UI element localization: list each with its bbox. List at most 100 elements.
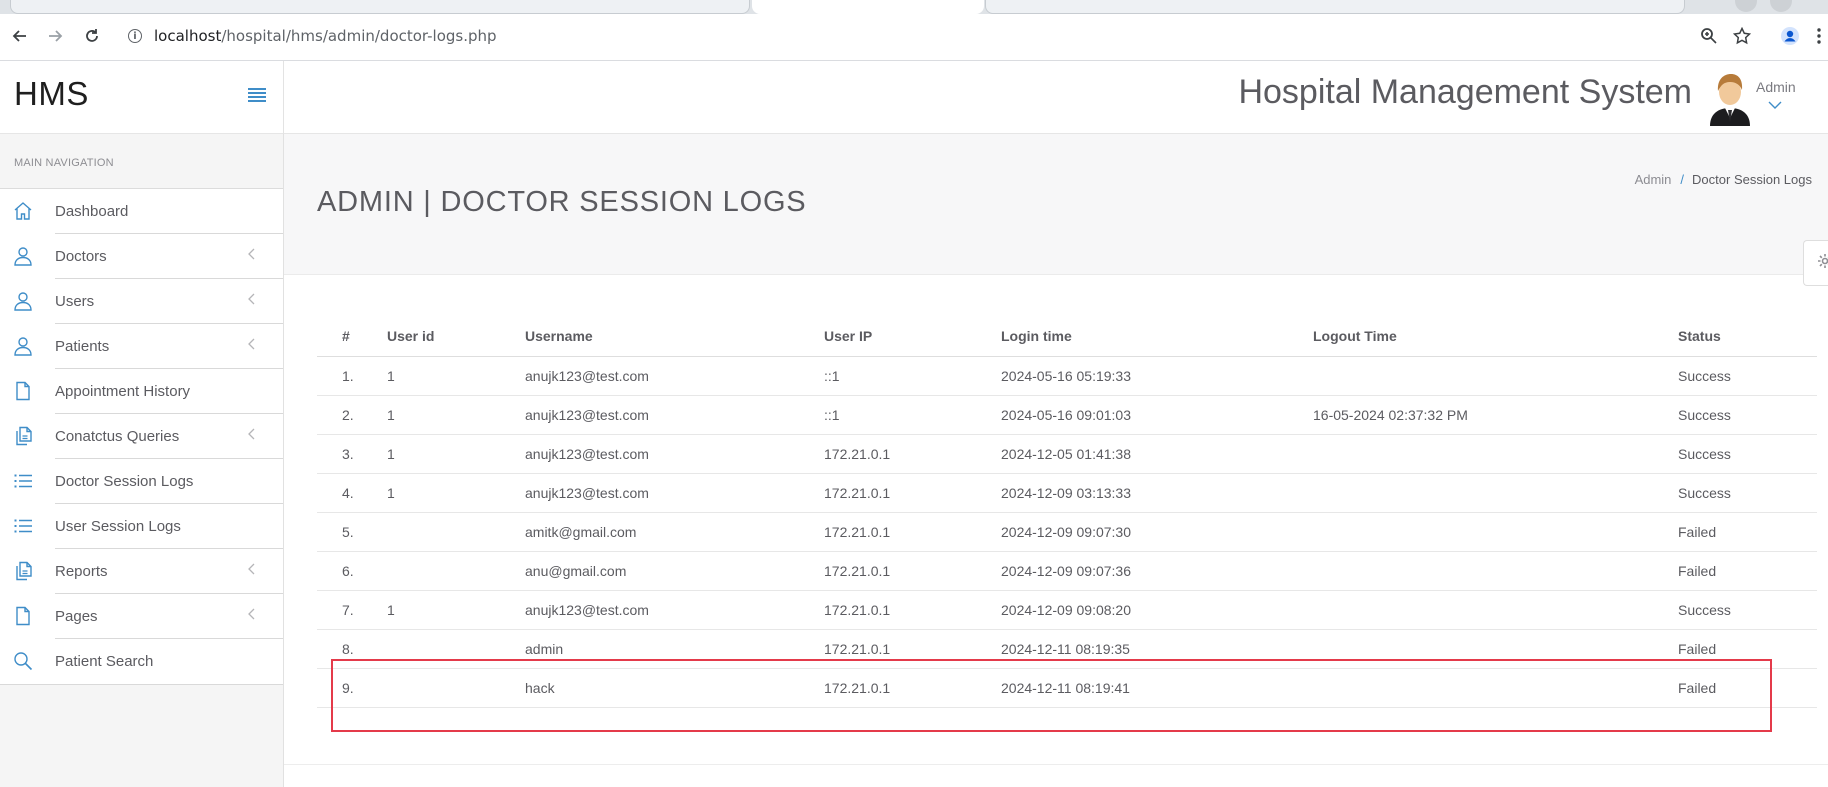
- table-row: 5. amitk@gmail.com 172.21.0.1 2024-12-09…: [317, 512, 1817, 552]
- profile-icon: [1781, 27, 1799, 45]
- files-icon: [16, 426, 32, 446]
- cell-login-time: 2024-12-09 09:08:20: [1001, 590, 1313, 630]
- cell-logout-time: 16-05-2024 02:37:32 PM: [1313, 395, 1678, 435]
- column-header: Status: [1678, 316, 1817, 357]
- table-row: 2. 1 anujk123@test.com ::1 2024-05-16 09…: [317, 395, 1817, 435]
- cell-number: 4.: [317, 473, 387, 513]
- cell-status: Success: [1678, 434, 1817, 474]
- sidebar-item-pages[interactable]: Pages: [0, 594, 283, 639]
- chevron-left-icon: [248, 248, 255, 260]
- sidebar-item-dashboard[interactable]: Dashboard: [0, 189, 283, 234]
- window-maximize-button[interactable]: [1770, 0, 1792, 12]
- user-icon: [14, 247, 32, 266]
- table-row: 7. 1 anujk123@test.com 172.21.0.1 2024-1…: [317, 590, 1817, 630]
- cell-logout-time: [1313, 473, 1678, 513]
- breadcrumb-link-admin[interactable]: Admin: [1635, 172, 1672, 187]
- cell-user-id: [387, 668, 525, 708]
- forward-button[interactable]: [43, 24, 67, 48]
- cell-username: anujk123@test.com: [525, 356, 824, 396]
- cell-status: Success: [1678, 356, 1817, 396]
- sidebar-item-patients[interactable]: Patients: [0, 324, 283, 369]
- address-bar[interactable]: i localhost/hospital/hms/admin/doctor-lo…: [124, 22, 1424, 50]
- site-info-icon[interactable]: i: [128, 29, 142, 43]
- table-row: 3. 1 anujk123@test.com 172.21.0.1 2024-1…: [317, 434, 1817, 474]
- url-host: localhost: [154, 27, 222, 45]
- cell-username: anujk123@test.com: [525, 473, 824, 513]
- sidebar-item-doctors[interactable]: Doctors: [0, 234, 283, 279]
- sidebar-item-user-session-logs[interactable]: User Session Logs: [0, 504, 283, 549]
- cell-user-ip: ::1: [824, 356, 1001, 396]
- kebab-icon: [1817, 28, 1821, 44]
- window-minimize-button[interactable]: [1735, 0, 1757, 12]
- cell-user-id: [387, 551, 525, 591]
- cell-user-id: 1: [387, 356, 525, 396]
- chevron-left-icon: [248, 608, 255, 620]
- star-icon: [1733, 27, 1751, 45]
- browser-menu-button[interactable]: [1812, 24, 1826, 48]
- cell-number: 8.: [317, 629, 387, 669]
- profile-button[interactable]: [1778, 24, 1802, 48]
- cell-login-time: 2024-05-16 09:01:03: [1001, 395, 1313, 435]
- browser-toolbar: i localhost/hospital/hms/admin/doctor-lo…: [0, 14, 1828, 61]
- bookmark-button[interactable]: [1730, 24, 1754, 48]
- breadcrumb-current: Doctor Session Logs: [1692, 172, 1812, 187]
- browser-tab[interactable]: [10, 0, 750, 14]
- cell-username: anujk123@test.com: [525, 434, 824, 474]
- cell-logout-time: [1313, 668, 1678, 708]
- chevron-down-icon[interactable]: [1768, 97, 1782, 115]
- breadcrumb-separator: /: [1680, 172, 1685, 187]
- sidebar-item-doctor-session-logs[interactable]: Doctor Session Logs: [0, 459, 283, 504]
- system-title: Hospital Management System: [1238, 73, 1692, 111]
- cell-user-ip: 172.21.0.1: [824, 590, 1001, 630]
- sidebar-item-contactus-queries[interactable]: Conatctus Queries: [0, 414, 283, 459]
- cell-username: admin: [525, 629, 824, 669]
- app-header: HMS Hospital Management System Admin: [0, 61, 1828, 134]
- page-title: ADMIN | DOCTOR SESSION LOGS: [317, 186, 807, 218]
- arrow-right-icon: [49, 30, 63, 42]
- admin-avatar[interactable]: [1705, 70, 1755, 126]
- back-button[interactable]: [8, 24, 32, 48]
- zoom-button[interactable]: [1697, 24, 1721, 48]
- table-header-row: # User id Username User IP Login time Lo…: [317, 316, 1817, 357]
- column-header: Logout Time: [1313, 316, 1678, 357]
- table-row: 9. hack 172.21.0.1 2024-12-11 08:19:41 F…: [317, 668, 1817, 708]
- cell-status: Success: [1678, 395, 1817, 435]
- column-header: User IP: [824, 316, 1001, 357]
- sidebar-item-label: User Session Logs: [55, 504, 283, 549]
- brand-area: HMS: [0, 61, 284, 134]
- files-icon: [16, 561, 32, 581]
- main-content: ADMIN | DOCTOR SESSION LOGS Admin / Doctor…: [284, 134, 1828, 787]
- cell-status: Failed: [1678, 551, 1817, 591]
- table-row: 1. 1 anujk123@test.com ::1 2024-05-16 05…: [317, 356, 1817, 396]
- cell-logout-time: [1313, 512, 1678, 552]
- sidebar-toggle-icon[interactable]: [248, 88, 266, 104]
- cell-login-time: 2024-12-09 09:07:30: [1001, 512, 1313, 552]
- settings-panel-toggle[interactable]: [1803, 240, 1828, 286]
- cell-status: Failed: [1678, 629, 1817, 669]
- cell-number: 9.: [317, 668, 387, 708]
- browser-tab-active[interactable]: [752, 0, 984, 14]
- sidebar-item-reports[interactable]: Reports: [0, 549, 283, 594]
- brand-logo[interactable]: HMS: [14, 75, 89, 113]
- user-icon: [14, 337, 32, 356]
- sidebar-item-patient-search[interactable]: Patient Search: [0, 639, 283, 684]
- sidebar-item-users[interactable]: Users: [0, 279, 283, 324]
- reload-button[interactable]: [80, 24, 104, 48]
- sidebar-heading: MAIN NAVIGATION: [0, 134, 283, 189]
- cell-status: Failed: [1678, 512, 1817, 552]
- cell-logout-time: [1313, 434, 1678, 474]
- arrow-left-icon: [12, 30, 26, 42]
- cell-number: 2.: [317, 395, 387, 435]
- cell-logout-time: [1313, 590, 1678, 630]
- cell-login-time: 2024-12-11 08:19:35: [1001, 629, 1313, 669]
- list-icon: [14, 519, 32, 533]
- sidebar-item-label: Patient Search: [55, 653, 154, 670]
- admin-name[interactable]: Admin: [1756, 79, 1796, 95]
- cell-username: amitk@gmail.com: [525, 512, 824, 552]
- chevron-left-icon: [248, 428, 255, 440]
- browser-tab[interactable]: [985, 0, 1685, 14]
- content-divider: [284, 764, 1828, 765]
- chevron-left-icon: [248, 338, 255, 350]
- sidebar-item-appointment-history[interactable]: Appointment History: [0, 369, 283, 414]
- search-icon: [14, 652, 33, 671]
